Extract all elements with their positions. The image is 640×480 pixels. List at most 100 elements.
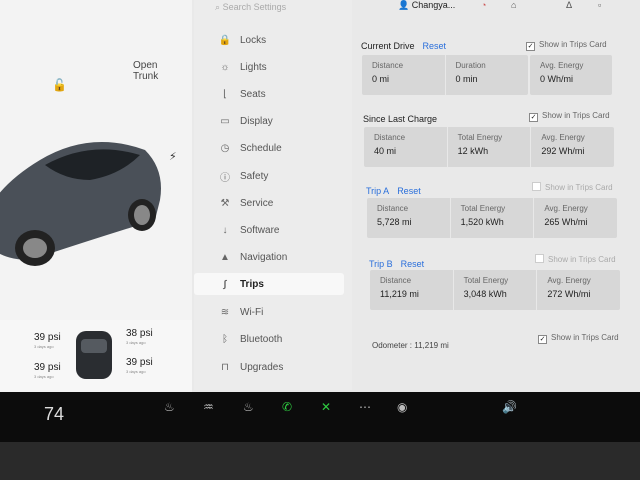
trip-a-header: Trip A Reset [366, 186, 421, 196]
timer-icon[interactable]: ◔ [481, 0, 486, 10]
current-drive-reset-button[interactable]: Reset [423, 41, 447, 51]
nav-item-lights[interactable]: ☼ Lights [194, 56, 344, 78]
trip-a-show-in-card[interactable]: Show in Trips Card [532, 182, 613, 192]
tire-rear-left-psi: 39 psi [34, 362, 61, 373]
trip-a-title: Trip A [366, 186, 390, 196]
bag-icon: ⊓ [221, 361, 229, 373]
clock-icon: ◷ [220, 142, 230, 154]
camera-icon[interactable]: ◉ [397, 400, 407, 414]
cabin-temperature[interactable]: 74 [44, 404, 64, 425]
odometer-label: Odometer : [372, 341, 413, 350]
rear-defrost-icon[interactable]: ♨ [164, 400, 175, 414]
nav-item-safety[interactable]: ⓘ Safety [194, 165, 344, 187]
checkbox-unchecked-icon[interactable] [535, 254, 544, 263]
front-defrost-icon[interactable]: ♒ [203, 400, 214, 414]
since-last-charge-header: Since Last Charge [363, 114, 437, 124]
tire-front-left-psi: 39 psi [34, 332, 61, 343]
charge-port-icon[interactable]: ⚡ [169, 150, 177, 163]
since-last-charge-title: Since Last Charge [363, 114, 438, 124]
open-trunk-button[interactable]: Open Trunk [133, 60, 173, 82]
tire-front-right-psi: 38 psi [126, 328, 153, 339]
heated-seat-icon[interactable]: ♨ [243, 400, 254, 414]
trip-a-card: Distance 5,728 mi Total Energy 1,520 kWh A… [367, 198, 617, 238]
driver-profile[interactable]: 👤 Changya... [398, 0, 455, 11]
tire-rear-right-psi: 39 psi [126, 357, 153, 368]
trips-icon: ∫ [223, 278, 227, 290]
unlock-icon[interactable]: 🔓 [52, 78, 67, 92]
tire-pressure-panel: 39 psi 3 days ago 38 psi 3 days ago 39 p… [0, 320, 192, 390]
since-last-charge-distance: Distance 40 mi [364, 127, 448, 167]
nav-item-wifi[interactable]: ≋ Wi-Fi [194, 301, 344, 323]
driver-name: Changya... [411, 0, 456, 10]
tire-front-right-updated: 3 days ago [126, 340, 146, 345]
current-drive-title: Current Drive [361, 41, 415, 51]
car-image [0, 142, 161, 266]
nav-item-seats[interactable]: ⌊ Seats [194, 83, 344, 105]
trip-b-reset-button[interactable]: Reset [401, 259, 425, 269]
nav-item-software[interactable]: ↓ Software [194, 219, 344, 241]
trip-a-total-energy: Total Energy 1,520 kWh [451, 198, 535, 238]
open-trunk-label-line2: Trunk [133, 71, 159, 82]
nav-item-schedule[interactable]: ◷ Schedule [194, 137, 344, 159]
trip-a-reset-button[interactable]: Reset [397, 186, 421, 196]
since-last-charge-avg-energy: Avg. Energy 292 Wh/mi [541, 133, 585, 156]
checkbox-checked-icon[interactable]: ✓ [529, 113, 538, 122]
wifi-icon: ≋ [220, 306, 230, 318]
odometer: Odometer : 11,219 mi [372, 341, 449, 350]
trip-b-avg-energy: Avg. Energy 272 Wh/mi [547, 276, 591, 299]
nav-item-bluetooth[interactable]: ᛒ Bluetooth [194, 328, 344, 350]
since-last-charge-total-energy: Total Energy 12 kWh [448, 127, 532, 167]
checkbox-unchecked-icon[interactable] [532, 182, 541, 191]
search-icon: ⌕ [215, 2, 221, 12]
nav-item-upgrades[interactable]: ⊓ Upgrades [194, 356, 344, 378]
nav-item-trips[interactable]: ∫ Trips [194, 273, 344, 295]
since-last-charge-card: Distance 40 mi Total Energy 12 kWh Avg. En… [364, 127, 614, 167]
volume-icon[interactable]: 🔊 [502, 400, 517, 414]
checkbox-checked-icon[interactable]: ✓ [538, 335, 547, 344]
search-input[interactable]: Search Settings [223, 2, 287, 12]
current-drive-energy-card: Avg. Energy 0 Wh/mi [530, 55, 612, 95]
search-bar[interactable]: ⌕ Search Settings [215, 2, 286, 13]
download-icon: ↓ [222, 224, 228, 236]
bluetooth-icon: ᛒ [222, 333, 228, 345]
shuffle-icon[interactable]: ✕ [321, 400, 331, 414]
nav-item-locks[interactable]: 🔒 Locks [194, 29, 344, 51]
trip-b-show-in-card[interactable]: Show in Trips Card [535, 254, 616, 264]
current-drive-energy: Avg. Energy 0 Wh/mi [540, 61, 584, 84]
checkbox-checked-icon[interactable]: ✓ [526, 42, 535, 51]
touchscreen: Open Trunk 🔓 ⚡ 39 psi 3 days ago 38 psi … [0, 0, 640, 400]
bell-icon[interactable]: ᐃ [566, 0, 572, 11]
trip-b-total-energy: Total Energy 3,048 kWh [454, 270, 538, 310]
open-trunk-label-line1: Open [133, 60, 158, 71]
bottom-control-bar [0, 392, 640, 442]
current-drive-card: Distance 0 mi Duration 0 min [362, 55, 528, 95]
tire-front-left-updated: 3 days ago [34, 344, 54, 349]
trip-b-title: Trip B [369, 259, 393, 269]
display-icon: ▭ [220, 115, 230, 127]
since-last-charge-show-in-card[interactable]: ✓ Show in Trips Card [529, 111, 610, 122]
settings-icon[interactable]: ▫ [598, 0, 601, 10]
garage-icon[interactable]: ⌂ [511, 0, 516, 10]
person-icon: 👤 [398, 0, 410, 10]
settings-nav: 🔒 Locks ☼ Lights ⌊ Seats ▭ Display ◷ Schedule… [194, 0, 352, 390]
navigation-icon: ▲ [220, 251, 230, 263]
car-visualization-panel: Open Trunk 🔓 ⚡ 39 psi 3 days ago 38 psi … [0, 0, 192, 392]
car-topview-icon [76, 331, 112, 379]
phone-icon[interactable]: ✆ [282, 400, 292, 414]
info-icon: ⓘ [220, 172, 230, 184]
current-drive-duration: Duration 0 min [455, 61, 486, 84]
trip-a-avg-energy: Avg. Energy 265 Wh/mi [544, 204, 588, 227]
nav-item-navigation[interactable]: ▲ Navigation [194, 246, 344, 268]
nav-item-service[interactable]: ⚒ Service [194, 192, 344, 214]
current-drive-show-in-card[interactable]: ✓ Show in Trips Card [526, 40, 607, 51]
trip-b-card: Distance 11,219 mi Total Energy 3,048 kWh … [370, 270, 620, 310]
trip-a-distance: Distance 5,728 mi [367, 198, 451, 238]
current-drive-distance: Distance 0 mi [362, 55, 446, 95]
tire-rear-right-updated: 3 days ago [126, 369, 146, 374]
current-drive-header: Current Drive Reset [361, 41, 446, 51]
more-apps-icon[interactable]: ⋯ [359, 400, 371, 414]
wrench-icon: ⚒ [220, 197, 230, 209]
odometer-show-in-card[interactable]: ✓ Show in Trips Card [538, 333, 619, 344]
nav-item-display[interactable]: ▭ Display [194, 110, 344, 132]
odometer-value: 11,219 mi [414, 341, 449, 350]
